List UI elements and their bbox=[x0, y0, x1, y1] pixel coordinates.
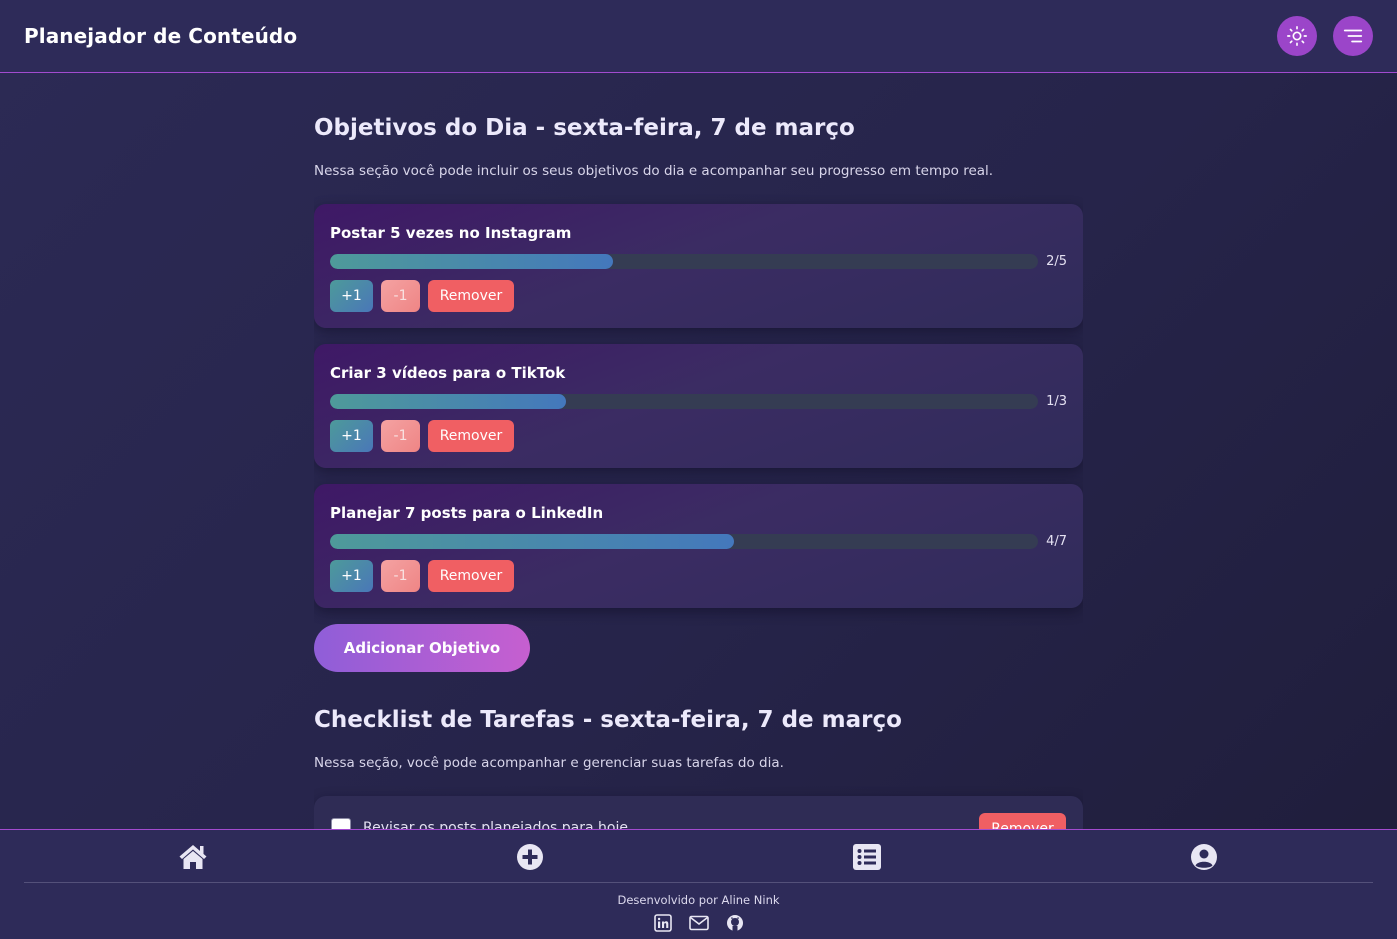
remove-goal-button[interactable]: Remover bbox=[428, 420, 514, 452]
goal-count: 2/5 bbox=[1046, 254, 1067, 269]
goal-progress-fill bbox=[330, 394, 566, 409]
goal-actions: +1 -1 Remover bbox=[330, 280, 514, 312]
tasks-section-description: Nessa seção, você pode acompanhar e gere… bbox=[314, 755, 784, 771]
user-circle-icon bbox=[1191, 844, 1217, 870]
decrement-button[interactable]: -1 bbox=[381, 420, 420, 452]
goals-section-title: Objetivos do Dia - sexta-feira, 7 de mar… bbox=[314, 115, 855, 141]
footer-divider bbox=[24, 882, 1373, 883]
nav-home[interactable] bbox=[176, 840, 210, 874]
bottom-navigation: Desenvolvido por Aline Nink bbox=[0, 829, 1397, 939]
increment-button[interactable]: +1 bbox=[330, 420, 373, 452]
linkedin-icon bbox=[654, 914, 672, 932]
goal-count: 4/7 bbox=[1046, 534, 1067, 549]
plus-circle-icon bbox=[517, 844, 543, 870]
menu-button[interactable] bbox=[1333, 16, 1373, 56]
app-title: Planejador de Conteúdo bbox=[24, 24, 298, 48]
goal-progress-bar bbox=[330, 254, 1038, 269]
remove-task-button[interactable]: Remover bbox=[979, 813, 1066, 830]
goal-name: Postar 5 vezes no Instagram bbox=[330, 224, 572, 242]
nav-list[interactable] bbox=[850, 840, 884, 874]
list-icon bbox=[853, 844, 881, 870]
remove-goal-button[interactable]: Remover bbox=[428, 280, 514, 312]
nav-profile[interactable] bbox=[1187, 840, 1221, 874]
goal-card: Planejar 7 posts para o LinkedIn 4/7 +1 … bbox=[314, 484, 1083, 608]
tasks-section-title: Checklist de Tarefas - sexta-feira, 7 de… bbox=[314, 707, 902, 733]
goal-name: Planejar 7 posts para o LinkedIn bbox=[330, 504, 604, 522]
footer-credit: Desenvolvido por Aline Nink bbox=[617, 893, 780, 907]
goal-progress-fill bbox=[330, 534, 735, 549]
decrement-button[interactable]: -1 bbox=[381, 560, 420, 592]
increment-button[interactable]: +1 bbox=[330, 560, 373, 592]
add-goal-button[interactable]: Adicionar Objetivo bbox=[314, 624, 530, 672]
nav-add[interactable] bbox=[513, 840, 547, 874]
home-icon bbox=[179, 845, 207, 869]
task-item: Revisar os posts planejados para hoje Re… bbox=[314, 796, 1083, 830]
menu-icon bbox=[1343, 29, 1363, 43]
github-link[interactable] bbox=[724, 913, 746, 933]
decrement-button[interactable]: -1 bbox=[381, 280, 420, 312]
goal-progress-bar bbox=[330, 534, 1038, 549]
social-links bbox=[652, 913, 746, 933]
goal-count: 1/3 bbox=[1046, 394, 1067, 409]
header-actions bbox=[1277, 16, 1373, 56]
nav-icons bbox=[0, 830, 1397, 883]
goal-progress-bar bbox=[330, 394, 1038, 409]
github-icon bbox=[727, 915, 743, 931]
increment-button[interactable]: +1 bbox=[330, 280, 373, 312]
goal-progress-fill bbox=[330, 254, 614, 269]
app-header: Planejador de Conteúdo bbox=[0, 0, 1397, 73]
remove-goal-button[interactable]: Remover bbox=[428, 560, 514, 592]
goal-card: Criar 3 vídeos para o TikTok 1/3 +1 -1 R… bbox=[314, 344, 1083, 468]
mail-icon bbox=[689, 915, 709, 931]
goal-actions: +1 -1 Remover bbox=[330, 560, 514, 592]
goal-name: Criar 3 vídeos para o TikTok bbox=[330, 364, 566, 382]
sun-icon bbox=[1287, 26, 1307, 46]
linkedin-link[interactable] bbox=[652, 913, 674, 933]
mail-link[interactable] bbox=[688, 913, 710, 933]
goal-actions: +1 -1 Remover bbox=[330, 420, 514, 452]
goal-card: Postar 5 vezes no Instagram 2/5 +1 -1 Re… bbox=[314, 204, 1083, 328]
theme-toggle-button[interactable] bbox=[1277, 16, 1317, 56]
goals-section-description: Nessa seção você pode incluir os seus ob… bbox=[314, 163, 994, 179]
main-content: Objetivos do Dia - sexta-feira, 7 de mar… bbox=[314, 73, 1083, 830]
